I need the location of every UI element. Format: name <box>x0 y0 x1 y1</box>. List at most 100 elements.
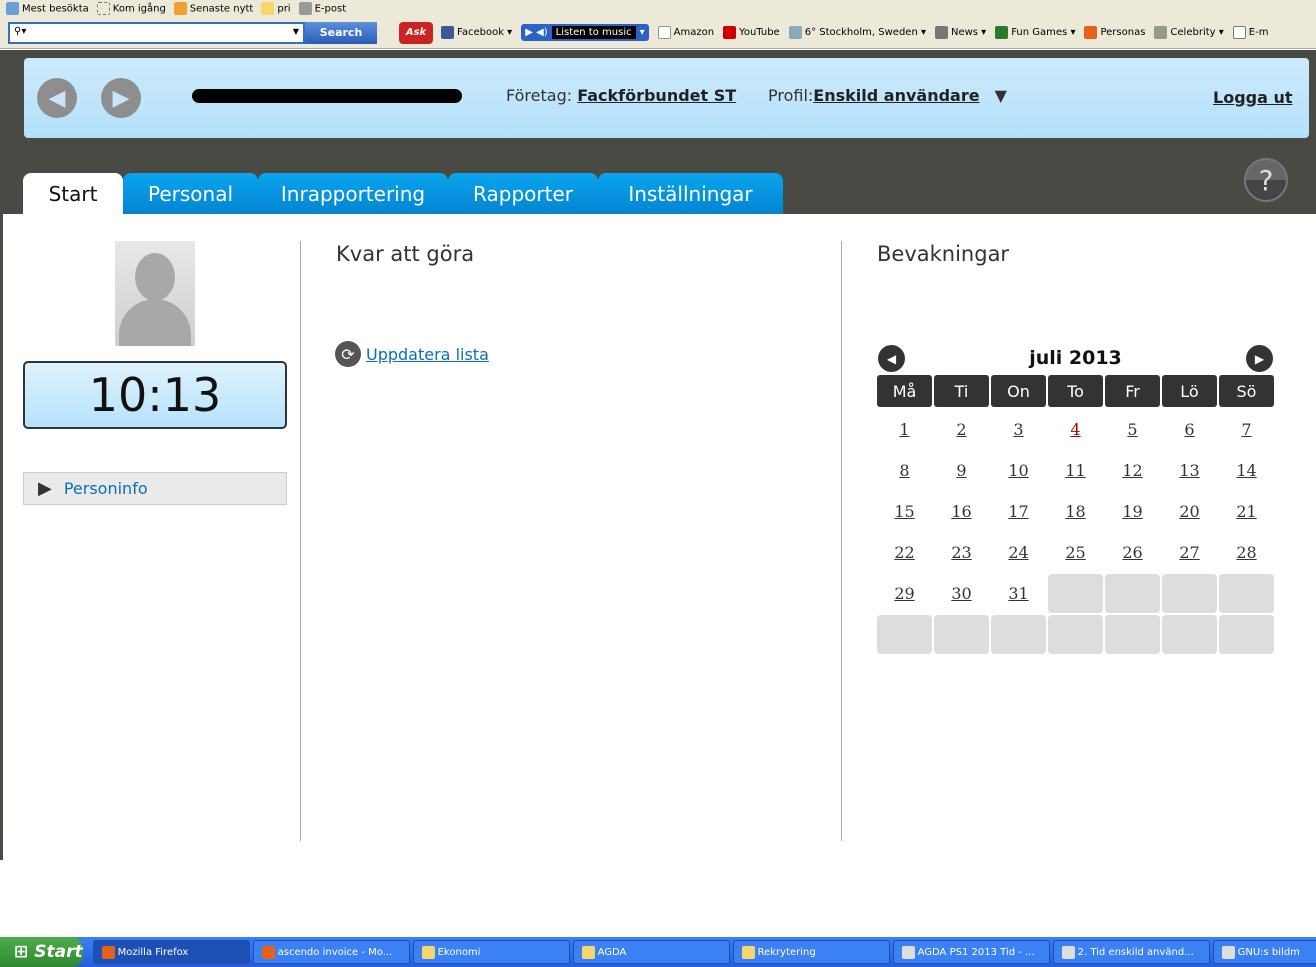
calendar-day[interactable]: 13 <box>1162 451 1217 490</box>
calendar-day[interactable]: 31 <box>991 574 1046 613</box>
taskbar-item[interactable]: Mozilla Firefox <box>92 940 250 964</box>
dropdown-icon[interactable]: ▾ <box>640 27 645 38</box>
column-divider <box>300 241 301 841</box>
personinfo-toggle[interactable]: ▶ Personinfo <box>23 472 287 505</box>
news-button[interactable]: News ▾ <box>934 26 986 39</box>
celebrity-button[interactable]: Celebrity ▾ <box>1154 26 1224 39</box>
calendar-day[interactable]: 24 <box>991 533 1046 572</box>
search-input[interactable]: ⚲▾ ▼ <box>8 21 305 44</box>
calendar-day[interactable]: 7 <box>1219 410 1274 449</box>
calendar-empty-cell <box>1048 574 1103 613</box>
folder-icon <box>581 945 595 959</box>
search-button[interactable]: Search <box>305 21 377 44</box>
calendar-day[interactable]: 26 <box>1105 533 1160 572</box>
calendar-day[interactable]: 4 <box>1048 410 1103 449</box>
calendar-day[interactable]: 12 <box>1105 451 1160 490</box>
back-button[interactable]: ◀ <box>37 78 77 118</box>
calendar-day[interactable]: 15 <box>877 492 932 531</box>
taskbar-item-label: Ekonomi <box>437 946 481 958</box>
calendar-day[interactable]: 10 <box>991 451 1046 490</box>
taskbar-item[interactable]: AGDA <box>572 940 730 964</box>
taskbar-item-label: ascendo invoice - Mo... <box>277 946 393 958</box>
bookmark[interactable]: Mest besökta <box>6 2 89 15</box>
calendar-day[interactable]: 9 <box>934 451 989 490</box>
logout-link[interactable]: Logga ut <box>1213 88 1293 107</box>
bookmark[interactable]: E-post <box>298 2 346 15</box>
bookmarks-bar: Mest besökta Kom igång Senaste nytt pri … <box>0 0 1316 17</box>
weather-button[interactable]: 6° Stockholm, Sweden ▾ <box>788 26 926 39</box>
refresh-list-link[interactable]: ⟳ Uppdatera lista <box>335 341 489 367</box>
forward-button[interactable]: ▶ <box>101 78 141 118</box>
calendar-day[interactable]: 27 <box>1162 533 1217 572</box>
mail-icon <box>1232 26 1246 39</box>
forward-arrow-icon: ▶ <box>112 85 130 111</box>
calendar-day[interactable]: 2 <box>934 410 989 449</box>
avatar <box>115 241 195 346</box>
calendar-day[interactable]: 18 <box>1048 492 1103 531</box>
calendar-day[interactable]: 30 <box>934 574 989 613</box>
tab-personal[interactable]: Personal <box>123 173 258 214</box>
ask-logo-icon[interactable]: Ask <box>399 21 433 44</box>
help-button[interactable]: ? <box>1244 158 1288 202</box>
calendar: ◀ juli 2013 ▶ Må Ti On To Fr Lö Sö 1 2 3 4 5 6 7 8 9 10… <box>877 345 1274 654</box>
dropdown-arrow-icon[interactable]: ▼ <box>293 27 299 36</box>
youtube-icon <box>723 26 737 39</box>
folder-icon <box>741 945 755 959</box>
start-button[interactable]: ⊞ Start <box>0 937 83 967</box>
calendar-day[interactable]: 3 <box>991 410 1046 449</box>
email-button[interactable]: E-m <box>1232 26 1268 39</box>
bookmark[interactable]: Senaste nytt <box>173 2 253 15</box>
facebook-icon <box>441 26 454 39</box>
taskbar-item[interactable]: Rekrytering <box>732 940 890 964</box>
calendar-day[interactable]: 11 <box>1048 451 1103 490</box>
calendar-day[interactable]: 20 <box>1162 492 1217 531</box>
youtube-button[interactable]: YouTube <box>723 26 780 39</box>
calendar-day[interactable]: 5 <box>1105 410 1160 449</box>
amazon-button[interactable]: Amazon <box>657 26 714 39</box>
calendar-day[interactable]: 14 <box>1219 451 1274 490</box>
tab-rapporter[interactable]: Rapporter <box>448 173 598 214</box>
taskbar-item[interactable]: Ekonomi <box>412 940 570 964</box>
fun-games-button[interactable]: Fun Games ▾ <box>995 26 1075 39</box>
taskbar-item[interactable]: 2. Tid enskild använd... <box>1052 940 1210 964</box>
calendar-day[interactable]: 6 <box>1162 410 1217 449</box>
weather-icon <box>788 26 802 39</box>
weekday-header: To <box>1048 375 1103 407</box>
personas-button[interactable]: Personas <box>1084 26 1145 39</box>
facebook-button[interactable]: Facebook ▾ <box>441 26 512 39</box>
calendar-day[interactable]: 19 <box>1105 492 1160 531</box>
taskbar-item[interactable]: ascendo invoice - Mo... <box>252 940 410 964</box>
next-month-icon[interactable]: ▶ <box>1246 345 1273 372</box>
calendar-day[interactable]: 17 <box>991 492 1046 531</box>
bookmark[interactable]: Kom igång <box>96 2 166 15</box>
taskbar-item[interactable]: AGDA PS1 2013 Tid - ... <box>892 940 1050 964</box>
taskbar-item-label: AGDA <box>597 946 627 958</box>
taskbar-item[interactable]: GNU:s bildm <box>1212 940 1316 964</box>
watch-title: Bevakningar <box>877 242 1010 266</box>
rss-icon <box>173 2 187 15</box>
bookmark[interactable]: pri <box>261 2 291 15</box>
calendar-day[interactable]: 1 <box>877 410 932 449</box>
calendar-day[interactable]: 8 <box>877 451 932 490</box>
calendar-empty-cell <box>1105 574 1160 613</box>
tab-inrapportering[interactable]: Inrapportering <box>258 173 448 214</box>
browser-toolbar: ⚲▾ ▼ Search Ask Facebook ▾ ▶ ◀) Listen to … <box>0 17 1316 49</box>
calendar-empty-cell <box>877 615 932 654</box>
company-link[interactable]: Fackförbundet ST <box>577 86 736 105</box>
folder-icon <box>261 2 275 15</box>
calendar-day[interactable]: 25 <box>1048 533 1103 572</box>
tab-installningar[interactable]: Inställningar <box>598 173 783 214</box>
calendar-day[interactable]: 21 <box>1219 492 1274 531</box>
calendar-empty-cell <box>934 615 989 654</box>
calendar-day[interactable]: 23 <box>934 533 989 572</box>
profile-dropdown-icon[interactable]: ▼ <box>995 86 1007 105</box>
tab-start[interactable]: Start <box>23 173 123 214</box>
music-player[interactable]: ▶ ◀) Listen to music ▾ <box>521 24 649 41</box>
calendar-day[interactable]: 22 <box>877 533 932 572</box>
calendar-day[interactable]: 28 <box>1219 533 1274 572</box>
play-icon[interactable]: ▶ ◀) <box>525 27 547 38</box>
calendar-empty-cell <box>991 615 1046 654</box>
calendar-day[interactable]: 16 <box>934 492 989 531</box>
profile-link[interactable]: Enskild användare <box>813 86 979 105</box>
calendar-day[interactable]: 29 <box>877 574 932 613</box>
